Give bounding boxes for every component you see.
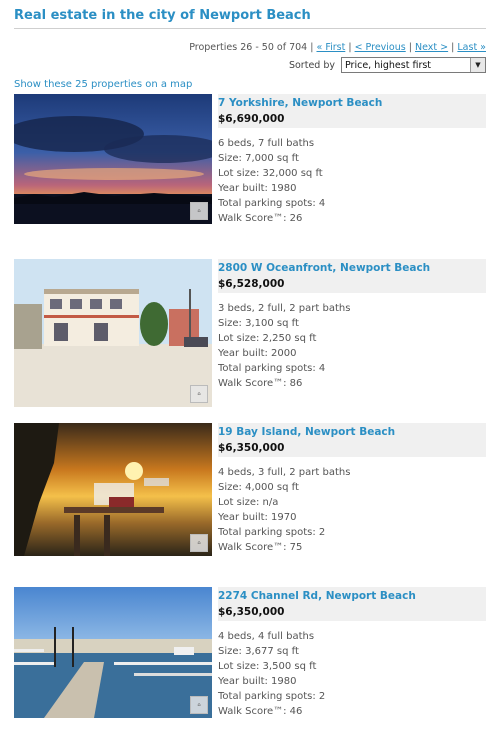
parking-spots: Total parking spots: 4 <box>218 363 326 374</box>
year-built: Year built: 1980 <box>218 676 297 687</box>
year-built: Year built: 2000 <box>218 348 297 359</box>
beds-baths: 3 beds, 2 full, 2 part baths <box>218 303 351 314</box>
parking-spots: Total parking spots: 2 <box>218 527 326 538</box>
listing-photo[interactable]: ⌂ <box>14 259 212 407</box>
sort-selected-value: Price, highest first <box>345 59 432 71</box>
size: Size: 3,100 sq ft <box>218 318 299 329</box>
listing-address-link[interactable]: 19 Bay Island, Newport Beach <box>218 426 486 438</box>
year-built: Year built: 1970 <box>218 512 297 523</box>
last-page-link[interactable]: Last » <box>457 42 486 53</box>
mls-house-icon: ⌂ <box>190 385 208 403</box>
page-title: Real estate in the city of Newport Beach <box>14 8 486 29</box>
listing-address-link[interactable]: 2274 Channel Rd, Newport Beach <box>218 590 486 602</box>
beds-baths: 4 beds, 4 full baths <box>218 631 315 642</box>
listing-photo[interactable]: ⌂ <box>14 587 212 718</box>
listing-info: 2274 Channel Rd, Newport Beach $6,350,00… <box>218 587 486 719</box>
listing-info: 2800 W Oceanfront, Newport Beach $6,528,… <box>218 259 486 391</box>
listing-header: 19 Bay Island, Newport Beach $6,350,000 <box>218 423 486 457</box>
beds-baths: 4 beds, 3 full, 2 part baths <box>218 467 351 478</box>
listing-photo[interactable]: ⌂ <box>14 423 212 556</box>
chevron-down-icon[interactable]: ▼ <box>470 58 485 72</box>
year-built: Year built: 1980 <box>218 183 297 194</box>
size: Size: 4,000 sq ft <box>218 482 299 493</box>
lot-size: Lot size: 3,500 sq ft <box>218 661 317 672</box>
listing-details: 6 beds, 7 full baths Size: 7,000 sq ft L… <box>218 136 486 226</box>
sort-control: Sorted by Price, highest first ▼ <box>289 57 486 73</box>
listing-header: 7 Yorkshire, Newport Beach $6,690,000 <box>218 94 486 128</box>
beds-baths: 6 beds, 7 full baths <box>218 138 315 149</box>
next-page-link[interactable]: Next > <box>415 42 448 53</box>
mls-house-icon: ⌂ <box>190 202 208 220</box>
listing-details: 3 beds, 2 full, 2 part baths Size: 3,100… <box>218 301 486 391</box>
walk-score: Walk Score™: 26 <box>218 213 303 224</box>
walk-score: Walk Score™: 75 <box>218 542 303 553</box>
listing-price: $6,350,000 <box>218 606 285 618</box>
pagination: Properties 26 - 50 of 704 | « First | < … <box>189 42 486 53</box>
listing-address-link[interactable]: 2800 W Oceanfront, Newport Beach <box>218 262 486 274</box>
show-on-map-link[interactable]: Show these 25 properties on a map <box>14 79 192 90</box>
lot-size: Lot size: n/a <box>218 497 279 508</box>
pagination-range: Properties 26 - 50 of 704 <box>189 42 308 53</box>
first-page-link[interactable]: « First <box>316 42 345 53</box>
listing-info: 7 Yorkshire, Newport Beach $6,690,000 6 … <box>218 94 486 226</box>
mls-house-icon: ⌂ <box>190 534 208 552</box>
walk-score: Walk Score™: 46 <box>218 706 303 717</box>
listing-details: 4 beds, 4 full baths Size: 3,677 sq ft L… <box>218 629 486 719</box>
parking-spots: Total parking spots: 4 <box>218 198 326 209</box>
listing-header: 2800 W Oceanfront, Newport Beach $6,528,… <box>218 259 486 293</box>
walk-score: Walk Score™: 86 <box>218 378 303 389</box>
listing-photo[interactable]: ⌂ <box>14 94 212 224</box>
previous-page-link[interactable]: < Previous <box>355 42 406 53</box>
listing-header: 2274 Channel Rd, Newport Beach $6,350,00… <box>218 587 486 621</box>
parking-spots: Total parking spots: 2 <box>218 691 326 702</box>
listing-price: $6,528,000 <box>218 278 285 290</box>
listing-details: 4 beds, 3 full, 2 part baths Size: 4,000… <box>218 465 486 555</box>
sort-label: Sorted by <box>288 59 335 71</box>
mls-house-icon: ⌂ <box>190 696 208 714</box>
lot-size: Lot size: 32,000 sq ft <box>218 168 323 179</box>
size: Size: 3,677 sq ft <box>218 646 299 657</box>
size: Size: 7,000 sq ft <box>218 153 299 164</box>
sort-select[interactable]: Price, highest first ▼ <box>341 57 486 73</box>
lot-size: Lot size: 2,250 sq ft <box>218 333 317 344</box>
listing-info: 19 Bay Island, Newport Beach $6,350,000 … <box>218 423 486 555</box>
listing-address-link[interactable]: 7 Yorkshire, Newport Beach <box>218 97 486 109</box>
listing-price: $6,350,000 <box>218 442 285 454</box>
listing-price: $6,690,000 <box>218 113 285 125</box>
